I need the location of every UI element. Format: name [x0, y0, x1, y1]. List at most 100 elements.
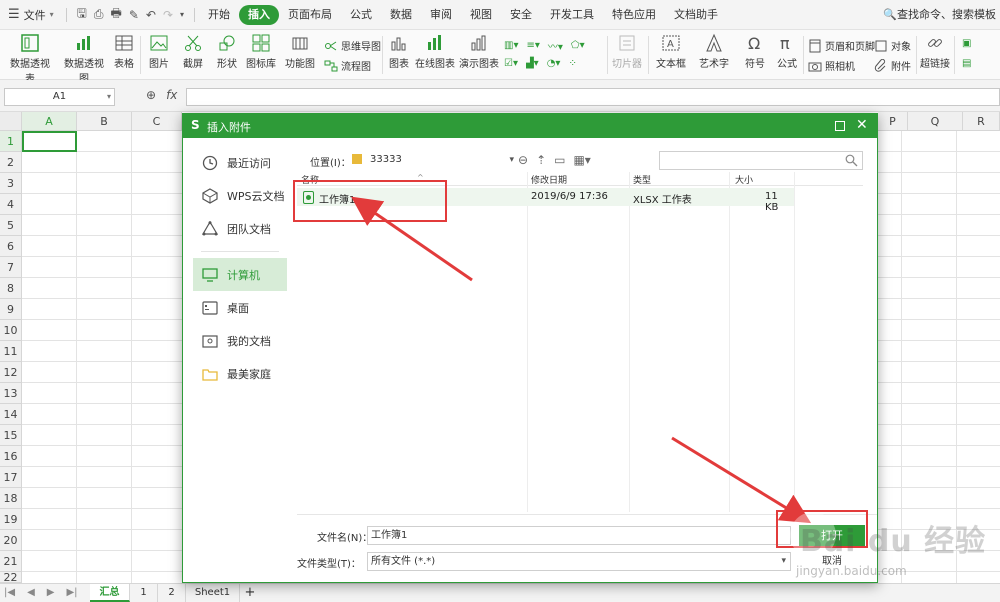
tab-insert[interactable]: 插入 [239, 4, 280, 25]
first-sheet-icon[interactable]: |◀ [4, 584, 15, 602]
undo-icon[interactable]: ↶ [146, 8, 156, 22]
row-header[interactable]: 18 [0, 488, 22, 509]
next-sheet-icon[interactable]: ▶ [47, 584, 55, 602]
chevron-down-icon[interactable]: ▾ [509, 150, 514, 170]
row-header[interactable]: 6 [0, 236, 22, 257]
radar-chart-icon[interactable]: ⬠▾ [571, 40, 585, 51]
active-cell-a1[interactable] [22, 131, 77, 152]
symbol-button[interactable]: Ω 符号 [740, 33, 770, 70]
tab-doc-assistant[interactable]: 文档助手 [665, 5, 727, 25]
maximize-icon[interactable] [835, 121, 845, 131]
up-folder-icon[interactable]: ⇡ [536, 153, 546, 167]
tab-security[interactable]: 安全 [501, 5, 541, 25]
format-painter-icon[interactable]: ✎ [129, 8, 139, 22]
place-wps-cloud[interactable]: WPS云文档 [193, 179, 287, 212]
column-header[interactable]: Q [908, 112, 963, 131]
tab-review[interactable]: 审阅 [421, 5, 461, 25]
attachment-button[interactable]: 附件 [874, 58, 911, 73]
col-header-modified[interactable]: 修改日期 [531, 173, 567, 186]
zoom-icon[interactable]: ⊕ [146, 88, 156, 102]
camera-button[interactable]: 照相机 [808, 58, 855, 73]
row-header[interactable]: 12 [0, 362, 22, 383]
tab-start[interactable]: 开始 [199, 5, 239, 25]
tab-data[interactable]: 数据 [381, 5, 421, 25]
row-header[interactable]: 2 [0, 152, 22, 173]
stock-chart-icon[interactable]: ☑▾ [504, 58, 518, 69]
save-icon[interactable]: 🖫 [77, 4, 87, 25]
table-button[interactable]: 表格 [112, 33, 136, 70]
sheet-tab-summary[interactable]: 汇总 [90, 584, 130, 602]
scatter-chart-icon[interactable]: ⁘ [568, 58, 576, 69]
row-header[interactable]: 15 [0, 425, 22, 446]
textbox-button[interactable]: A 文本框 [654, 33, 688, 70]
column-header[interactable]: R [963, 112, 1000, 131]
row-header[interactable]: 11 [0, 341, 22, 362]
row-header[interactable]: 19 [0, 509, 22, 530]
shapes-button[interactable]: 形状 [214, 33, 240, 70]
place-computer[interactable]: 计算机 [193, 258, 287, 291]
chart-button[interactable]: 图表 [387, 33, 411, 70]
select-all-corner[interactable] [0, 112, 22, 131]
row-header[interactable]: 8 [0, 278, 22, 299]
row-header[interactable]: 17 [0, 467, 22, 488]
pivot-table-button[interactable]: 数据透视表 [6, 33, 54, 85]
place-desktop[interactable]: 桌面 [193, 291, 287, 324]
row-header[interactable]: 7 [0, 257, 22, 278]
view-mode-icon[interactable]: ▦▾ [573, 153, 590, 167]
row-header[interactable]: 1 [0, 131, 22, 152]
function-chart-button[interactable]: 功能图 [282, 33, 318, 70]
flowchart-button[interactable]: 流程图 [324, 58, 371, 73]
add-sheet-button[interactable]: + [240, 584, 260, 602]
chevron-down-icon[interactable]: ▾ [107, 89, 111, 105]
row-header[interactable]: 21 [0, 551, 22, 572]
screenshot-button[interactable]: 截屏 [180, 33, 206, 70]
sheet-tab-2[interactable]: 2 [158, 584, 186, 602]
object-button[interactable]: 对象 [874, 38, 911, 53]
command-search[interactable]: 🔍查找命令、搜索模板 [883, 0, 1000, 30]
online-chart-button[interactable]: 在线图表 [415, 33, 455, 70]
filename-input[interactable]: 工作簿1 [367, 526, 791, 545]
chevron-down-icon[interactable]: ▾ [180, 10, 184, 19]
area-chart-icon[interactable]: ▟▾ [526, 58, 539, 69]
fx-icon[interactable]: fx [166, 88, 177, 102]
column-header[interactable]: C [132, 112, 182, 131]
col-header-size[interactable]: 大小 [735, 173, 753, 186]
tab-formulas[interactable]: 公式 [341, 5, 381, 25]
chevron-down-icon[interactable]: ▾ [781, 553, 786, 570]
tab-features[interactable]: 特色应用 [603, 5, 665, 25]
row-header[interactable]: 5 [0, 215, 22, 236]
picture-button[interactable]: 图片 [146, 33, 172, 70]
column-header[interactable]: P [878, 112, 908, 131]
dialog-search-input[interactable] [659, 151, 863, 170]
place-my-documents[interactable]: 我的文档 [193, 324, 287, 357]
tab-view[interactable]: 视图 [461, 5, 501, 25]
row-header[interactable]: 22 [0, 572, 22, 583]
line-chart-icon[interactable]: 〰▾ [548, 38, 563, 53]
column-header[interactable]: A [22, 112, 77, 131]
sheet-tab-1[interactable]: 1 [130, 584, 158, 602]
place-team-docs[interactable]: 团队文档 [193, 212, 287, 245]
row-header[interactable]: 16 [0, 446, 22, 467]
more-button-1[interactable]: ▣ [962, 38, 971, 49]
dialog-title-bar[interactable]: S 插入附件 ✕ [183, 114, 877, 138]
close-icon[interactable]: ✕ [856, 117, 868, 133]
filetype-select[interactable]: 所有文件 (*.*) ▾ [367, 552, 791, 571]
wordart-button[interactable]: 艺术字 [696, 33, 732, 70]
column-chart-icon[interactable]: ▥▾ [504, 40, 518, 51]
name-box[interactable]: A1 ▾ [4, 88, 115, 106]
print-preview-icon[interactable]: ⎙ [94, 7, 104, 22]
row-header[interactable]: 4 [0, 194, 22, 215]
icon-library-button[interactable]: 图标库 [246, 33, 276, 70]
row-header[interactable]: 14 [0, 404, 22, 425]
row-header[interactable]: 9 [0, 299, 22, 320]
row-header[interactable]: 13 [0, 383, 22, 404]
print-icon[interactable]: 🖶 [111, 4, 122, 25]
slicer-button[interactable]: 切片器 [612, 33, 642, 70]
row-header[interactable]: 10 [0, 320, 22, 341]
col-header-type[interactable]: 类型 [633, 173, 651, 186]
pie-chart-icon[interactable]: ◔▾ [547, 58, 561, 69]
place-family[interactable]: 最美家庭 [193, 357, 287, 390]
prev-sheet-icon[interactable]: ◀ [27, 584, 35, 602]
tab-developer[interactable]: 开发工具 [541, 5, 603, 25]
column-header[interactable]: B [77, 112, 132, 131]
